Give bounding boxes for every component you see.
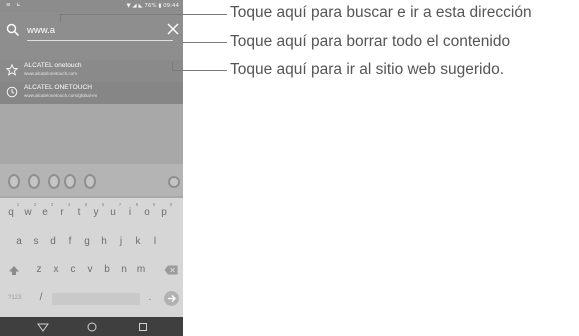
backspace-icon[interactable] — [164, 265, 178, 275]
status-bar: ≡ ⊾ ▼ ◢ ◣ 76% ▮ 09:44 — [0, 0, 183, 12]
suggestion-title: ALCATEL ONETOUCH — [24, 84, 93, 91]
key-slash[interactable]: / — [34, 292, 48, 303]
key-y[interactable]: y — [89, 207, 103, 218]
key-s[interactable]: s — [29, 236, 43, 247]
star-icon — [6, 64, 18, 76]
watch-image — [28, 174, 40, 189]
home-circle-icon[interactable] — [86, 321, 98, 333]
symbols-key[interactable]: ?123 — [8, 295, 21, 301]
on-screen-keyboard: 1 2 3 4 5 6 7 8 9 0 q w e r t y u i o p … — [0, 198, 183, 317]
key-b[interactable]: b — [100, 264, 114, 275]
url-input[interactable] — [27, 22, 147, 38]
watch-image — [64, 174, 76, 189]
status-bar-left-icons: ≡ ⊾ — [6, 2, 23, 8]
dimmed-webpage-content — [0, 104, 183, 198]
key-f[interactable]: f — [63, 236, 77, 247]
key-i[interactable]: i — [123, 207, 137, 218]
suggestion-item[interactable]: ALCATEL ONETOUCH www.alcatelonetouch.com… — [0, 82, 183, 104]
search-icon[interactable] — [6, 23, 20, 37]
go-button[interactable] — [164, 291, 179, 306]
suggestion-item[interactable]: ALCATEL onetouch www.alcatelonetouch.com — [0, 60, 183, 82]
key-j[interactable]: j — [114, 236, 128, 247]
callout-connector — [60, 14, 61, 22]
key-d[interactable]: d — [46, 236, 60, 247]
key-r[interactable]: r — [55, 207, 69, 218]
callout-search-text: Toque aquí para buscar e ir a esta direc… — [230, 4, 532, 21]
key-v[interactable]: v — [83, 264, 97, 275]
callout-line — [183, 42, 227, 43]
suggestion-url: www.alcatelonetouch.com/global-en — [24, 93, 98, 98]
key-q[interactable]: q — [4, 207, 18, 218]
key-n[interactable]: n — [117, 264, 131, 275]
key-a[interactable]: a — [12, 236, 26, 247]
status-bar-right-info: ▼ ◢ ◣ 76% ▮ 09:44 — [126, 3, 179, 9]
history-icon — [6, 86, 18, 98]
key-dot[interactable]: . — [143, 292, 157, 303]
suggestion-title: ALCATEL onetouch — [24, 62, 82, 69]
watch-image — [8, 174, 20, 189]
callout-suggestion-text: Toque aquí para ir al sitio web sugerido… — [230, 61, 504, 78]
key-o[interactable]: o — [140, 207, 154, 218]
key-u[interactable]: u — [106, 207, 120, 218]
back-triangle-icon[interactable] — [37, 321, 49, 333]
key-m[interactable]: m — [134, 264, 148, 275]
arrow-right-icon — [168, 295, 176, 302]
phone-screen: ≡ ⊾ ▼ ◢ ◣ 76% ▮ 09:44 ALCATEL onetouch w… — [0, 0, 183, 336]
recents-square-icon[interactable] — [137, 321, 149, 333]
url-input-underline — [27, 40, 173, 41]
callout-clear-text: Toque aquí para borrar todo el contenido — [230, 33, 511, 50]
key-p[interactable]: p — [157, 207, 171, 218]
suggestion-url: www.alcatelonetouch.com — [24, 71, 78, 76]
shift-icon[interactable] — [8, 265, 20, 277]
key-h[interactable]: h — [97, 236, 111, 247]
watch-image — [48, 174, 60, 189]
key-c[interactable]: c — [66, 264, 80, 275]
carousel-next-button — [168, 176, 180, 188]
key-e[interactable]: e — [38, 207, 52, 218]
key-x[interactable]: x — [49, 264, 63, 275]
browser-search-bar — [0, 12, 183, 60]
key-l[interactable]: l — [148, 236, 162, 247]
key-w[interactable]: w — [21, 207, 35, 218]
space-key[interactable] — [52, 293, 140, 305]
close-icon[interactable] — [167, 23, 179, 35]
navigation-bar — [0, 317, 183, 336]
key-t[interactable]: t — [72, 207, 86, 218]
callout-line — [172, 70, 227, 71]
watch-image — [84, 174, 96, 189]
callout-line — [60, 14, 227, 15]
callout-connector — [172, 62, 173, 70]
key-g[interactable]: g — [80, 236, 94, 247]
key-k[interactable]: k — [131, 236, 145, 247]
key-z[interactable]: z — [32, 264, 46, 275]
